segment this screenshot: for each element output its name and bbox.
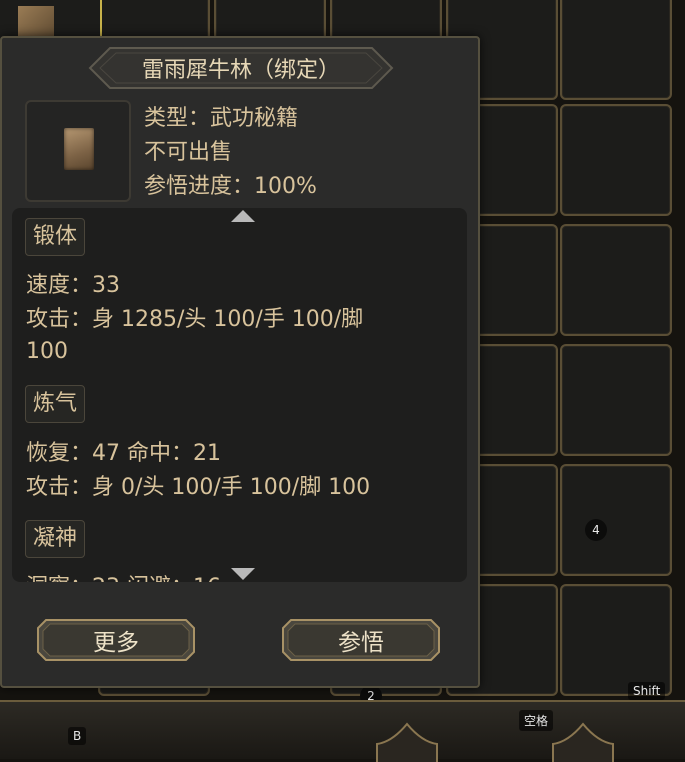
- more-button[interactable]: 更多: [36, 618, 196, 662]
- item-progress: 参悟进度：100%: [144, 174, 317, 199]
- more-button-label: 更多: [93, 630, 139, 656]
- item-tooltip: 雷雨犀牛林（绑定） 类型：武功秘籍 不可出售 参悟进度：100% 锻体 速度：3…: [0, 36, 480, 688]
- inventory-slot[interactable]: [560, 224, 672, 336]
- section-tag-forging: 锻体: [25, 218, 86, 256]
- scroll-down-arrow-icon[interactable]: [231, 568, 255, 580]
- comprehend-button[interactable]: 参悟: [281, 618, 441, 662]
- inventory-slot[interactable]: [560, 104, 672, 216]
- title-plate: 雷雨犀牛林（绑定）: [88, 46, 394, 90]
- item-type: 类型：武功秘籍: [144, 106, 299, 131]
- inventory-slot[interactable]: [560, 464, 672, 576]
- shift-key-hint: Shift: [628, 682, 666, 700]
- section-tag-focus: 凝神: [25, 520, 86, 558]
- item-icon-frame: [25, 100, 131, 202]
- space-key-hint: 空格: [519, 710, 554, 731]
- book-icon: [64, 128, 94, 170]
- ornament-icon: [552, 722, 614, 762]
- stat-line: 攻击：身 1285/头 100/手 100/脚: [26, 307, 364, 332]
- section-tag-qi: 炼气: [25, 385, 86, 423]
- slot-number-badge: 4: [585, 519, 607, 541]
- stat-line: 洞察：23 闪避：16: [26, 572, 221, 582]
- stat-line: 攻击：身 0/头 100/手 100/脚 100: [26, 475, 371, 500]
- stat-line: 100: [26, 339, 68, 364]
- inventory-slot[interactable]: [560, 0, 672, 100]
- inventory-slot[interactable]: [560, 344, 672, 456]
- book-icon: [18, 6, 54, 40]
- bag-key-hint: B: [68, 727, 87, 745]
- item-title: 雷雨犀牛林（绑定）: [141, 58, 340, 83]
- ornament-icon: [376, 722, 438, 762]
- stats-scroll-area[interactable]: 锻体 速度：33 攻击：身 1285/头 100/手 100/脚 100 炼气 …: [12, 208, 467, 582]
- comprehend-button-label: 参悟: [338, 630, 384, 656]
- item-sale-status: 不可出售: [144, 140, 233, 165]
- stat-line: 恢复：47 命中：21: [26, 441, 221, 466]
- stat-line: 速度：33: [26, 273, 120, 298]
- scroll-up-arrow-icon[interactable]: [231, 210, 255, 222]
- inventory-slot[interactable]: [560, 584, 672, 696]
